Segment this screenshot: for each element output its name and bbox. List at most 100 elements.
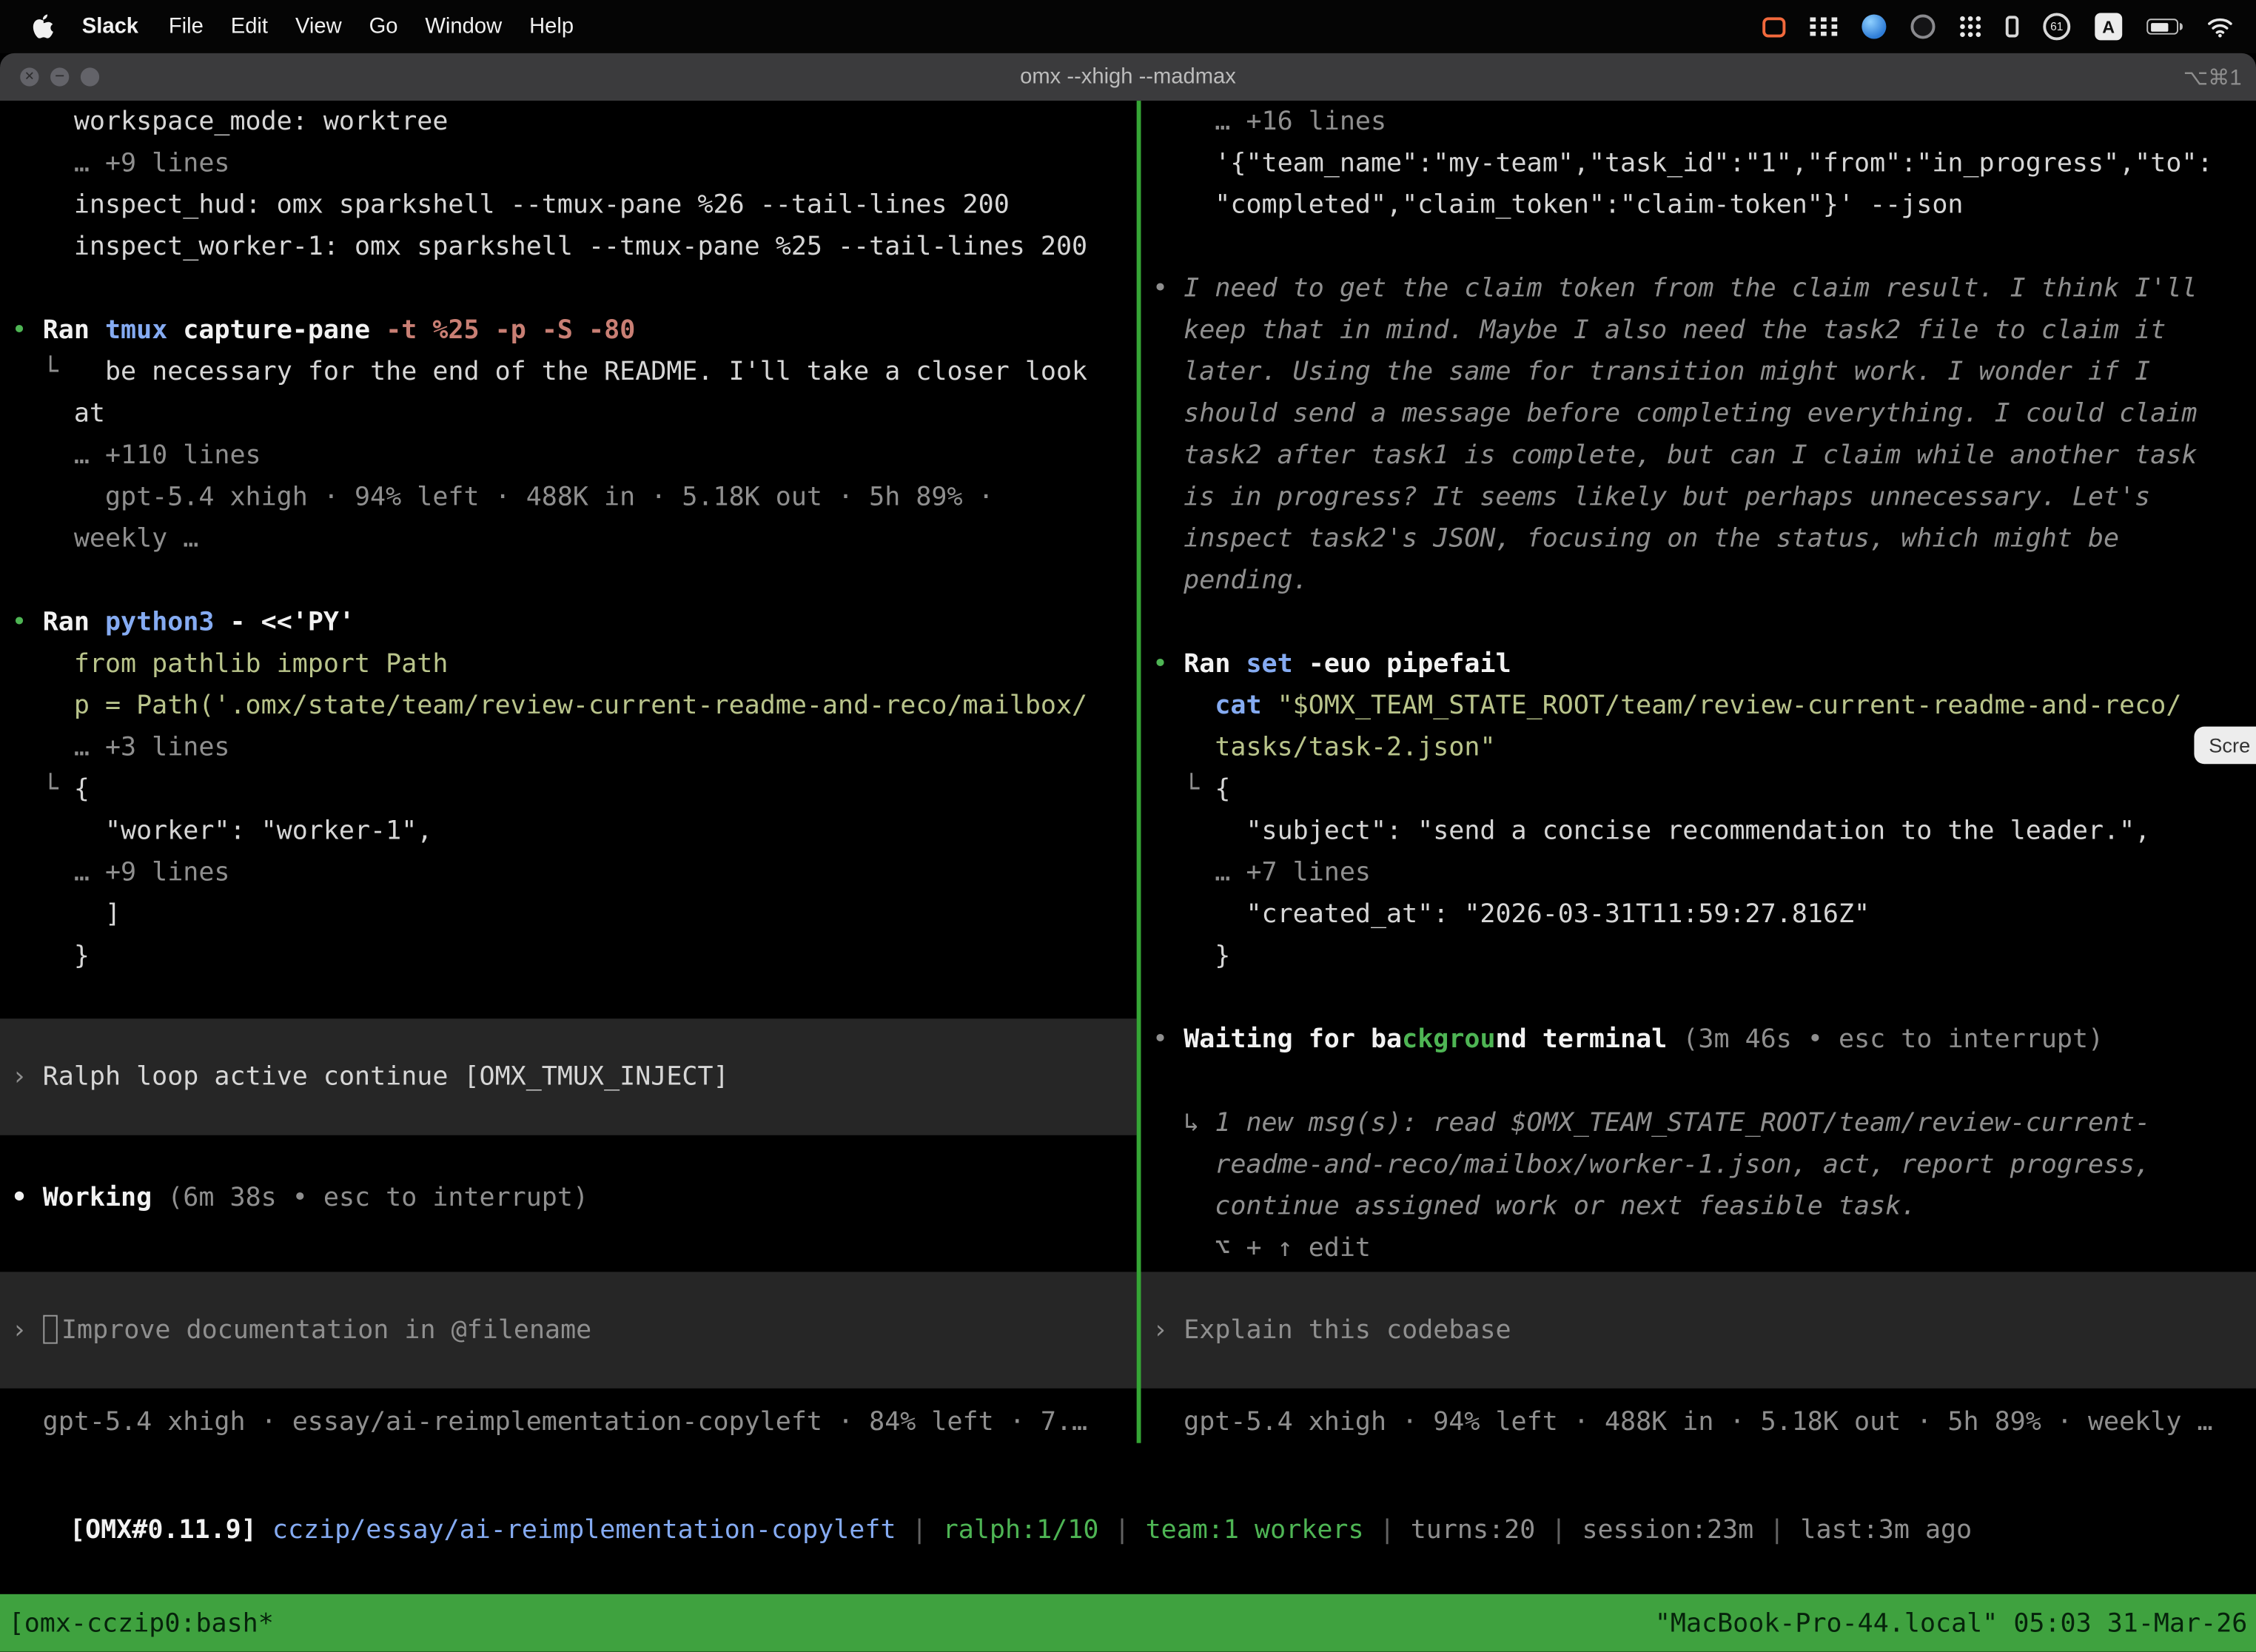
menu-bar: Slack File Edit View Go Window Help 61 A <box>0 0 2256 53</box>
tmux-session-label: [omx-cczip0:bash* <box>9 1608 274 1638</box>
menu-items: File Edit View Go Window Help <box>169 14 601 38</box>
terminal-line: └ { <box>1141 768 2256 810</box>
prompt-input-left[interactable]: › Improve documentation in @filename <box>0 1272 1137 1388</box>
thinking-line: should send a message before completing … <box>1141 393 2256 434</box>
waiting-status-line: • Waiting for background terminal (3m 46… <box>1141 1018 2256 1060</box>
gauge-icon[interactable]: 61 <box>2043 13 2070 40</box>
thinking-line: later. Using the same for transition mig… <box>1141 351 2256 392</box>
wifi-icon[interactable] <box>2207 16 2233 36</box>
prompt-placeholder: Explain this codebase <box>1184 1315 1511 1346</box>
terminal-line: p = Path('.omx/state/team/review-current… <box>0 685 1137 726</box>
menu-edit[interactable]: Edit <box>231 14 268 38</box>
terminal-area: workspace_mode: worktree … +9 lines insp… <box>0 101 2256 1443</box>
terminal-line: … +9 lines <box>0 142 1137 184</box>
tmux-host-clock: "MacBook-Pro-44.local" 05:03 31-Mar-26 <box>1655 1608 2248 1638</box>
prompt-input-right[interactable]: › Explain this codebase <box>1141 1272 2256 1388</box>
app-grid-icon[interactable] <box>1960 16 1981 37</box>
omx-status-bar: [OMX#0.11.9] cczip/essay/ai-reimplementa… <box>0 1443 2256 1594</box>
tmux-status-bar: [omx-cczip0:bash* "MacBook-Pro-44.local"… <box>0 1594 2256 1652</box>
blank-line <box>0 1218 1137 1260</box>
right-pane-content: … +16 lines '{"team_name":"my-team","tas… <box>1141 101 2256 1272</box>
left-pane-content: workspace_mode: worktree … +9 lines insp… <box>0 101 1137 1272</box>
mailbox-msg-line: readme-and-reco/mailbox/worker-1.json, a… <box>1141 1144 2256 1185</box>
terminal-line: weekly … <box>0 518 1137 560</box>
terminal-line: "completed","claim_token":"claim-token"}… <box>1141 184 2256 226</box>
close-button[interactable]: × <box>20 67 38 86</box>
omx-status-line: [OMX#0.11.9] cczip/essay/ai-reimplementa… <box>70 1515 1972 1545</box>
screen-recording-indicator[interactable] <box>1762 16 1785 36</box>
menu-status-icons: 61 A <box>1762 13 2233 40</box>
thinking-line: • I need to get the claim token from the… <box>1141 268 2256 309</box>
thinking-line: inspect task2's JSON, focusing on the st… <box>1141 518 2256 560</box>
menu-file[interactable]: File <box>169 14 204 38</box>
blank-line <box>1141 602 2256 643</box>
terminal-line: at <box>0 393 1137 434</box>
right-pane: … +16 lines '{"team_name":"my-team","tas… <box>1141 101 2256 1443</box>
blank-line <box>1141 226 2256 267</box>
menu-help[interactable]: Help <box>529 14 574 38</box>
thinking-line: is in progress? It seems likely but perh… <box>1141 476 2256 517</box>
blank-line <box>0 268 1137 309</box>
thinking-line: keep that in mind. Maybe I also need the… <box>1141 309 2256 351</box>
text-cursor <box>43 1315 57 1344</box>
terminal-line: … +3 lines <box>0 727 1137 768</box>
terminal-line: … +16 lines <box>1141 101 2256 142</box>
terminal-line: └ be necessary for the end of the README… <box>0 351 1137 392</box>
blank-line <box>1141 1061 2256 1102</box>
screen: Slack File Edit View Go Window Help 61 A × − o… <box>0 0 2256 1652</box>
command-line: • Ran set -euo pipefail <box>1141 643 2256 685</box>
edit-hint-line: ⌥ + ↑ edit <box>1141 1227 2256 1269</box>
terminal-line: gpt-5.4 xhigh · 94% left · 488K in · 5.1… <box>0 476 1137 517</box>
prompt-placeholder: Improve documentation in @filename <box>61 1315 591 1346</box>
battery-icon[interactable] <box>2146 19 2183 34</box>
terminal-line: "subject": "send a concise recommendatio… <box>1141 810 2256 851</box>
window-shortcut-hint: ⌥⌘1 <box>2183 64 2242 90</box>
menu-window[interactable]: Window <box>425 14 502 38</box>
dark-circle-icon[interactable] <box>1910 14 1935 38</box>
prompt-chevron: › <box>1152 1315 1184 1346</box>
zoom-button[interactable] <box>81 67 99 86</box>
window-titlebar[interactable]: × − omx --xhigh --madmax ⌥⌘1 <box>0 53 2256 101</box>
terminal-line: ] <box>0 893 1137 935</box>
terminal-line: from pathlib import Path <box>0 643 1137 685</box>
screen-capture-overlay[interactable]: Scre <box>2195 727 2256 765</box>
terminal-line: inspect_hud: omx sparkshell --tmux-pane … <box>0 184 1137 226</box>
blank-line <box>0 560 1137 601</box>
prompt-chevron: › <box>12 1315 43 1346</box>
terminal-line: inspect_worker-1: omx sparkshell --tmux-… <box>0 226 1137 267</box>
active-app-name[interactable]: Slack <box>82 14 138 38</box>
terminal-line: tasks/task-2.json" <box>1141 727 2256 768</box>
window-title: omx --xhigh --madmax <box>1020 64 1236 89</box>
terminal-line: '{"team_name":"my-team","task_id":"1","f… <box>1141 142 2256 184</box>
injected-prompt-line: › Ralph loop active continue [OMX_TMUX_I… <box>0 1018 1137 1135</box>
terminal-line: } <box>0 936 1137 977</box>
terminal-line: cat "$OMX_TEAM_STATE_ROOT/team/review-cu… <box>1141 685 2256 726</box>
working-status-line: • Working (6m 38s • esc to interrupt) <box>0 1177 1137 1218</box>
terminal-line: … +9 lines <box>0 852 1137 893</box>
terminal-line: … +110 lines <box>0 434 1137 476</box>
blue-app-icon[interactable] <box>1861 14 1886 38</box>
blank-line <box>0 977 1137 1018</box>
menu-go[interactable]: Go <box>369 14 398 38</box>
mailbox-msg-line: ↳ 1 new msg(s): read $OMX_TEAM_STATE_ROO… <box>1141 1102 2256 1144</box>
thinking-line: pending. <box>1141 560 2256 601</box>
apple-icon[interactable] <box>32 14 53 38</box>
mailbox-msg-line: continue assigned work or next feasible … <box>1141 1186 2256 1227</box>
left-pane: workspace_mode: worktree … +9 lines insp… <box>0 101 1137 1443</box>
terminal-line: └ { <box>0 768 1137 810</box>
terminal-line: … +7 lines <box>1141 852 2256 893</box>
narrow-app-icon[interactable] <box>2006 16 2018 37</box>
menu-view[interactable]: View <box>295 14 342 38</box>
traffic-lights: × − <box>20 67 99 86</box>
blank-line <box>0 1135 1137 1177</box>
minimize-button[interactable]: − <box>50 67 69 86</box>
terminal-line: workspace_mode: worktree <box>0 101 1137 142</box>
terminal-line: "worker": "worker-1", <box>0 810 1137 851</box>
terminal-line: "created_at": "2026-03-31T11:59:27.816Z" <box>1141 893 2256 935</box>
left-pane-status: gpt-5.4 xhigh · essay/ai-reimplementatio… <box>0 1389 1137 1443</box>
terminal-line: } <box>1141 936 2256 977</box>
keyboard-layout-icon[interactable] <box>1810 17 1837 36</box>
thinking-line: task2 after task1 is complete, but can I… <box>1141 434 2256 476</box>
right-pane-status: gpt-5.4 xhigh · 94% left · 488K in · 5.1… <box>1141 1389 2256 1443</box>
input-source-icon[interactable]: A <box>2095 13 2122 40</box>
